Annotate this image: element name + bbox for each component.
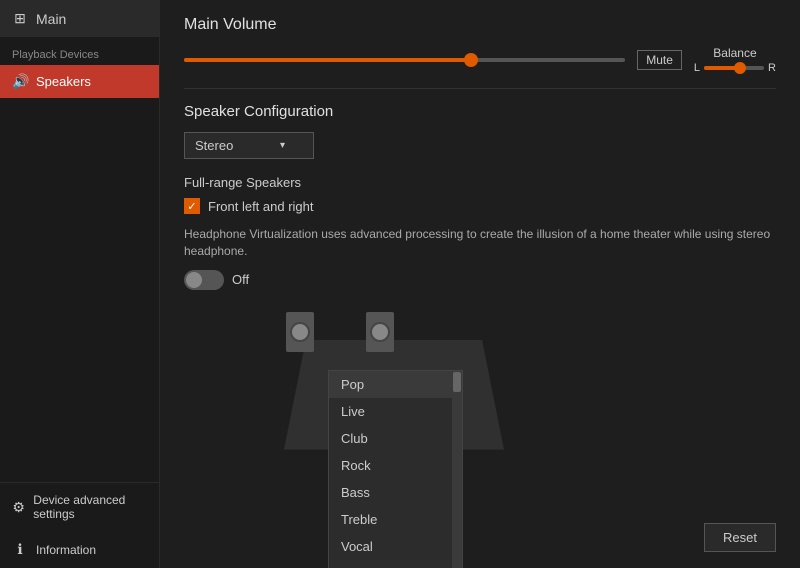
sidebar-item-speakers[interactable]: 🔊 Speakers: [0, 65, 159, 98]
sidebar-speakers-label: Speakers: [36, 74, 91, 89]
balance-left-label: L: [694, 62, 700, 74]
reset-button[interactable]: Reset: [704, 523, 776, 552]
speaker-config-title: Speaker Configuration: [184, 103, 776, 120]
sidebar-bottom: ⚙ Device advanced settings ℹ Information: [0, 482, 159, 568]
dropdown-item-pop[interactable]: Pop: [329, 371, 462, 398]
info-icon: ℹ: [12, 541, 28, 558]
sidebar: ⊞ Main Playback Devices 🔊 Speakers ⚙ Dev…: [0, 0, 160, 568]
scrollbar-thumb: [453, 372, 461, 392]
balance-right-label: R: [768, 62, 776, 74]
dropdown-item-bass[interactable]: Bass: [329, 479, 462, 506]
virtualization-toggle[interactable]: [184, 270, 224, 290]
divider-1: [184, 88, 776, 89]
dropdown-item-rock[interactable]: Rock: [329, 452, 462, 479]
dropdown-scrollbar[interactable]: [452, 371, 462, 568]
front-lr-label: Front left and right: [208, 199, 314, 214]
main-content: Main Volume Mute Balance L R Speaker Con…: [160, 0, 800, 568]
home-icon: ⊞: [12, 10, 28, 27]
front-lr-row: ✓ Front left and right: [184, 198, 776, 214]
speaker-left-icon: [286, 312, 314, 352]
full-range-title: Full-range Speakers: [184, 175, 776, 190]
toggle-label: Off: [232, 272, 249, 287]
mute-button[interactable]: Mute: [637, 50, 682, 70]
information-label: Information: [36, 543, 96, 557]
front-lr-checkbox[interactable]: ✓: [184, 198, 200, 214]
main-volume-title: Main Volume: [184, 16, 776, 34]
speaker-icon: 🔊: [12, 73, 28, 90]
toggle-thumb: [186, 272, 202, 288]
volume-row: Mute Balance L R: [184, 46, 776, 74]
balance-slider[interactable]: [704, 66, 764, 70]
sidebar-section-label: Playback Devices: [0, 37, 159, 65]
device-advanced-label: Device advanced settings: [33, 493, 147, 521]
balance-section: Balance L R: [694, 46, 776, 74]
equalizer-dropdown-menu: Pop Live Club Rock Bass Treble Vocal Pow…: [328, 370, 463, 568]
sidebar-item-information[interactable]: ℹ Information: [0, 531, 159, 568]
speaker-config-dropdown-wrapper: Stereo ▾: [184, 132, 314, 159]
gear-icon: ⚙: [12, 499, 25, 516]
toggle-row: Off: [184, 270, 776, 290]
speaker-config-dropdown-value: Stereo: [195, 138, 233, 153]
balance-label: Balance: [713, 46, 756, 60]
dropdown-item-powerful[interactable]: Powerful: [329, 560, 462, 568]
speaker-config-dropdown[interactable]: Stereo ▾: [184, 132, 314, 159]
dropdown-item-treble[interactable]: Treble: [329, 506, 462, 533]
dropdown-item-vocal[interactable]: Vocal: [329, 533, 462, 560]
dropdown-item-live[interactable]: Live: [329, 398, 462, 425]
virtualization-text: Headphone Virtualization uses advanced p…: [184, 226, 776, 260]
checkmark-icon: ✓: [187, 200, 196, 213]
speaker-right-icon: [366, 312, 394, 352]
volume-slider[interactable]: [184, 58, 625, 62]
balance-row: L R: [694, 62, 776, 74]
sidebar-item-device-advanced[interactable]: ⚙ Device advanced settings: [0, 483, 159, 531]
dropdown-item-club[interactable]: Club: [329, 425, 462, 452]
dropdown-arrow-icon: ▾: [280, 140, 285, 151]
sidebar-main-label: Main: [36, 11, 66, 27]
sidebar-item-main[interactable]: ⊞ Main: [0, 0, 159, 37]
